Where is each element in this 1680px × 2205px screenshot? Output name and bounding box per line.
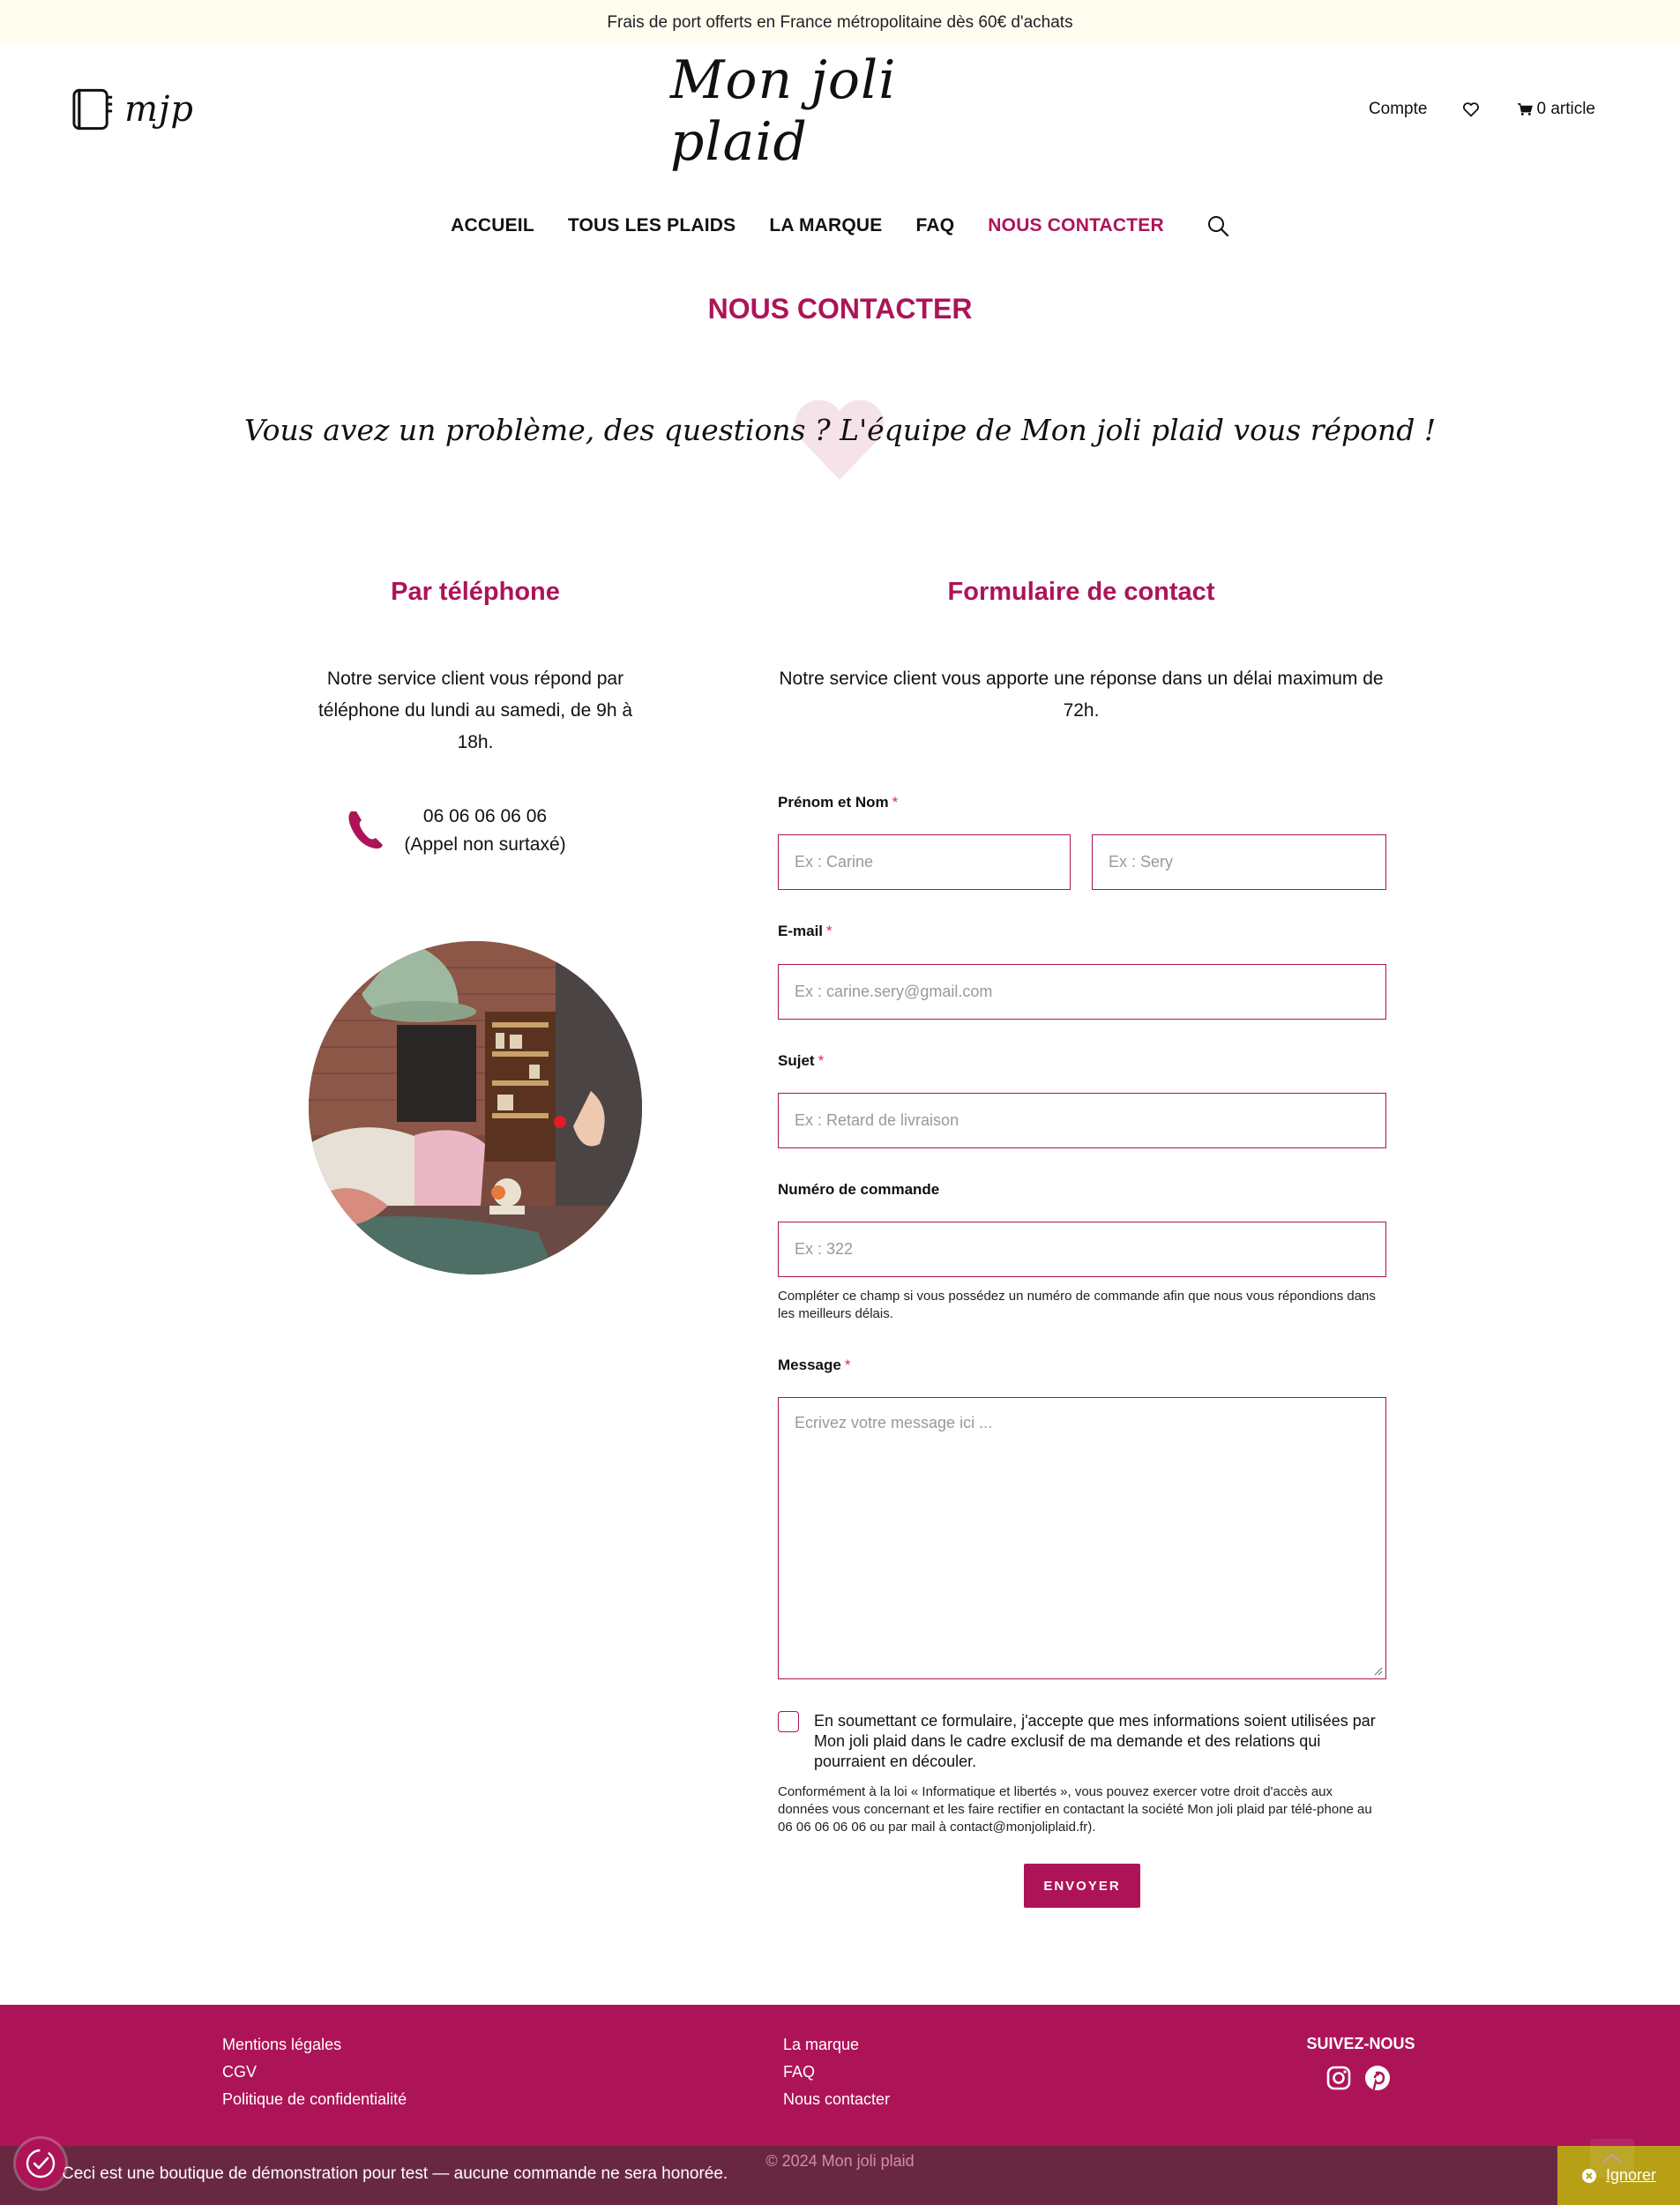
form-intro: Notre service client vous apporte une ré… — [779, 669, 1384, 721]
phone-icon — [348, 811, 383, 849]
message-label: Message * — [778, 1357, 850, 1374]
subject-input[interactable]: Ex : Retard de livraison — [778, 1093, 1386, 1148]
phone-section-text: Notre service client vous répond par tél… — [317, 669, 633, 752]
pinterest-icon[interactable] — [1364, 2065, 1391, 2091]
email-label: E-mail * — [778, 923, 833, 940]
cookie-check-icon — [26, 2149, 56, 2179]
announcement-text: Frais de port offerts en France métropol… — [607, 13, 1073, 32]
wishlist-icon[interactable] — [1462, 101, 1480, 117]
cookie-settings-button[interactable] — [16, 2139, 65, 2188]
footer-link-contact[interactable]: Nous contacter — [783, 2086, 890, 2113]
instagram-icon[interactable] — [1325, 2065, 1352, 2091]
phone-contact: 06 06 06 06 06 (Appel non surtaxé) — [346, 803, 593, 859]
tagline-text: Vous avez un problème, des questions ? L… — [243, 413, 1437, 447]
order-number-input[interactable]: Ex : 322 — [778, 1222, 1386, 1277]
page-title: NOUS CONTACTER — [707, 293, 973, 325]
social-links — [1325, 2065, 1391, 2091]
consent-checkbox[interactable] — [778, 1711, 799, 1732]
consent-text: En soumettant ce formulaire, j'accepte q… — [814, 1712, 1376, 1770]
phone-number[interactable]: 06 06 06 06 06 — [397, 803, 573, 831]
footer-link-marque[interactable]: La marque — [783, 2031, 859, 2059]
form-title: Formulaire de contact — [947, 578, 1215, 606]
phone-note: (Appel non surtaxé) — [404, 834, 566, 855]
name-label: Prénom et Nom * — [778, 794, 898, 811]
nav-item-faq[interactable]: FAQ — [916, 215, 955, 236]
required-mark: * — [844, 1357, 851, 1373]
email-input[interactable]: Ex : carine.sery@gmail.com — [778, 964, 1386, 1020]
required-mark: * — [892, 794, 899, 811]
name-label-text: Prénom et Nom — [778, 794, 889, 811]
site-footer: Mentions légales CGV Politique de confid… — [0, 2005, 1680, 2146]
firstname-input[interactable]: Ex : Carine — [778, 834, 1071, 890]
footer-link-privacy[interactable]: Politique de confidentialité — [222, 2086, 407, 2113]
cart-icon — [1518, 103, 1534, 116]
resize-handle-icon[interactable] — [1374, 1667, 1383, 1676]
nav-item-tous-les-plaids[interactable]: TOUS LES PLAIDS — [568, 215, 735, 236]
phone-section-title: Par téléphone — [391, 578, 560, 606]
copyright: © 2024 Mon joli plaid — [765, 2152, 915, 2170]
main-nav: ACCUEIL TOUS LES PLAIDS LA MARQUE FAQ NO… — [0, 210, 1680, 242]
header-actions: Compte 0 article — [1369, 97, 1595, 122]
subject-label: Sujet * — [778, 1052, 824, 1070]
footer-link-cgv[interactable]: CGV — [222, 2059, 257, 2086]
nav-item-la-marque[interactable]: LA MARQUE — [769, 215, 882, 236]
legal-notice: Conformément à la loi « Informatique et … — [778, 1784, 1372, 1835]
tagline-block: Vous avez un problème, des questions ? L… — [0, 395, 1680, 483]
message-textarea[interactable]: Ecrivez votre message ici ... — [778, 1397, 1386, 1679]
subject-label-text: Sujet — [778, 1052, 815, 1069]
cart-link[interactable]: 0 article — [1517, 100, 1595, 119]
order-label: Numéro de commande — [778, 1181, 939, 1199]
required-mark: * — [826, 923, 833, 939]
announcement-bar: Frais de port offerts en France métropol… — [0, 0, 1680, 46]
account-link[interactable]: Compte — [1369, 100, 1428, 119]
scroll-to-top-button[interactable] — [1590, 2139, 1634, 2178]
order-label-text: Numéro de commande — [778, 1181, 940, 1198]
footer-link-faq[interactable]: FAQ — [783, 2059, 815, 2086]
living-room-photo — [309, 941, 642, 1274]
send-button[interactable]: ENVOYER — [1024, 1864, 1140, 1908]
cart-count: 0 article — [1536, 100, 1595, 118]
brand-logo[interactable]: Mon joli plaid — [670, 49, 1010, 173]
plaid-roll-icon — [72, 88, 113, 131]
follow-title: SUIVEZ-NOUS — [1306, 2035, 1415, 2052]
site-logo[interactable]: mjp — [71, 83, 194, 136]
footer-link-mentions[interactable]: Mentions légales — [222, 2031, 341, 2059]
nav-item-nous-contacter[interactable]: NOUS CONTACTER — [988, 215, 1164, 236]
chevron-up-icon — [1602, 2153, 1622, 2164]
required-mark: * — [818, 1052, 825, 1069]
logo-text: mjp — [124, 89, 194, 130]
order-hint: Compléter ce champ si vous possédez un n… — [778, 1289, 1376, 1321]
search-icon[interactable] — [1206, 214, 1229, 237]
nav-item-accueil[interactable]: ACCUEIL — [451, 215, 534, 236]
message-label-text: Message — [778, 1357, 841, 1373]
lastname-input[interactable]: Ex : Sery — [1092, 834, 1386, 890]
email-label-text: E-mail — [778, 923, 824, 939]
